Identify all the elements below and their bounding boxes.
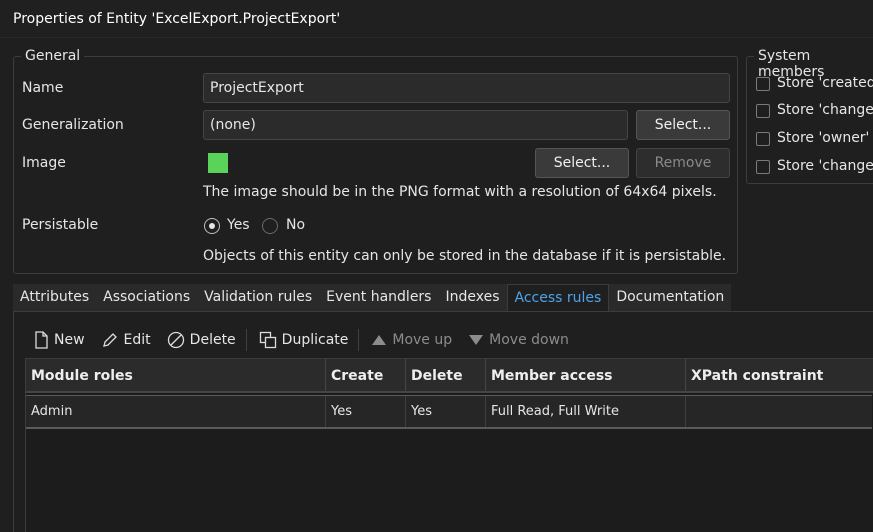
image-remove-button[interactable]: Remove [636,148,730,178]
name-field[interactable]: ProjectExport [203,73,730,103]
new-button[interactable]: New [27,327,91,353]
tab-access-rules[interactable]: Access rules [506,284,610,311]
tab-associations[interactable]: Associations [96,284,198,311]
column-header-delete[interactable]: Delete [406,359,486,391]
general-legend: General [21,48,85,64]
image-preview [208,153,228,173]
pencil-icon [102,333,117,347]
move-down-button[interactable]: Move down [462,327,575,353]
move-up-button[interactable]: Move up [365,327,458,353]
toolbar-separator [245,329,247,351]
access-rules-grid: Module roles Create Delete Member access… [25,358,873,532]
store-changed-by-label[interactable]: Store 'changed [777,158,873,174]
move-down-button-label: Move down [489,332,569,348]
store-changed-date-checkbox[interactable] [756,104,770,118]
column-header-xpath-constraint[interactable]: XPath constraint [686,359,873,391]
access-rules-toolbar: New Edit Delete Duplicate Move up Move d… [27,327,579,353]
edit-button-label: Edit [123,332,151,348]
move-up-button-label: Move up [392,332,453,348]
grid-header: Module roles Create Delete Member access… [26,359,873,393]
new-button-label: New [54,332,85,348]
delete-button-label: Delete [189,332,236,348]
cell-xpath-constraint [686,396,872,427]
store-created-date-checkbox[interactable] [756,77,770,91]
column-header-member-access[interactable]: Member access [486,359,686,391]
store-owner-checkbox[interactable] [756,132,770,146]
duplicate-button-label: Duplicate [281,332,349,348]
tab-documentation[interactable]: Documentation [609,284,732,311]
store-owner-label[interactable]: Store 'owner' [777,130,869,146]
column-header-create[interactable]: Create [326,359,406,391]
name-label: Name [22,80,64,96]
store-created-date-label[interactable]: Store 'createdD [777,75,873,91]
table-row[interactable]: Admin Yes Yes Full Read, Full Write [26,395,872,429]
store-changed-date-label[interactable]: Store 'changed [777,102,873,118]
cell-module-role: Admin [26,396,326,427]
tab-event-handlers[interactable]: Event handlers [319,284,439,311]
window-title: Properties of Entity 'ExcelExport.Projec… [0,0,873,38]
new-document-icon [35,331,48,349]
cell-create: Yes [326,396,406,427]
persistable-no-label[interactable]: No [286,217,305,233]
store-changed-by-checkbox[interactable] [756,160,770,174]
persistable-hint: Objects of this entity can only be store… [203,248,727,264]
tab-attributes[interactable]: Attributes [13,284,97,311]
tab-validation-rules[interactable]: Validation rules [197,284,320,311]
tab-strip: Attributes Associations Validation rules… [13,284,732,311]
generalization-select-button[interactable]: Select... [636,110,730,140]
triangle-down-icon [469,335,484,345]
toolbar-separator [358,329,360,351]
persistable-yes-label[interactable]: Yes [227,217,250,233]
tab-indexes[interactable]: Indexes [438,284,507,311]
persistable-yes-radio[interactable] [204,218,220,234]
generalization-field: (none) [203,110,628,140]
column-header-module-roles[interactable]: Module roles [26,359,326,391]
image-hint: The image should be in the PNG format wi… [203,184,717,200]
cell-delete: Yes [406,396,486,427]
delete-icon [167,331,184,349]
delete-button[interactable]: Delete [161,327,242,353]
cell-member-access: Full Read, Full Write [486,396,686,427]
duplicate-button[interactable]: Duplicate [253,327,355,353]
triangle-up-icon [372,335,387,345]
image-select-button[interactable]: Select... [535,148,629,178]
image-label: Image [22,155,66,171]
persistable-no-radio[interactable] [262,218,278,234]
edit-button[interactable]: Edit [95,327,157,353]
persistable-label: Persistable [22,217,99,233]
duplicate-icon [259,331,276,349]
generalization-label: Generalization [22,117,124,133]
